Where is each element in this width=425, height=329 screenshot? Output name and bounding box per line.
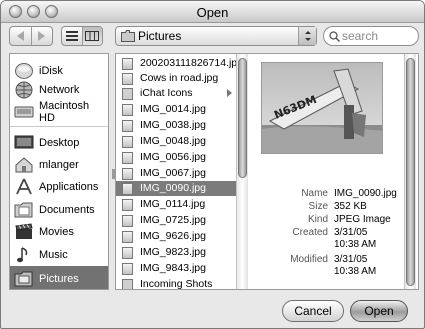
documents-folder-icon bbox=[14, 202, 33, 218]
jpeg-file-icon bbox=[122, 247, 133, 259]
list-item-selected[interactable]: IMG_0090.jpg bbox=[116, 181, 247, 196]
info-row-kind: Kind JPEG Image bbox=[307, 214, 391, 225]
sidebar-item-label: Applications bbox=[39, 181, 99, 193]
jpeg-file-icon bbox=[122, 136, 133, 148]
file-browser: 200203111826714.jpg Cows in road.jpg iCh… bbox=[115, 53, 419, 290]
view-mode-control bbox=[61, 26, 103, 46]
airplane-photo-thumbnail: N63DM bbox=[262, 63, 382, 153]
sidebar: iDisk Network Macintosh HD Desktop mlang… bbox=[9, 53, 109, 290]
open-dialog-window: Open Pictures search iDisk Network Macin… bbox=[0, 0, 425, 329]
list-item[interactable]: IMG_0056.jpg bbox=[116, 150, 238, 165]
list-item[interactable]: IMG_9626.jpg bbox=[116, 229, 238, 244]
window-title: Open bbox=[196, 5, 229, 20]
back-button[interactable] bbox=[10, 27, 31, 45]
info-row-size: Size 352 KB bbox=[308, 201, 367, 212]
popup-arrows-icon bbox=[298, 27, 316, 45]
forward-arrow-icon bbox=[38, 31, 46, 41]
jpeg-file-icon bbox=[122, 231, 133, 243]
sidebar-item-applications[interactable]: Applications bbox=[10, 176, 108, 198]
sidebar-item-label: iDisk bbox=[39, 65, 63, 77]
list-item[interactable]: iChat Icons bbox=[116, 86, 238, 101]
sidebar-divider bbox=[10, 126, 108, 130]
location-label: Pictures bbox=[138, 29, 182, 43]
preview-column-scrollbar[interactable] bbox=[404, 54, 416, 289]
file-column-scrollbar[interactable] bbox=[236, 54, 248, 289]
sidebar-item-pictures[interactable]: Pictures bbox=[10, 266, 108, 289]
column-view-icon bbox=[85, 31, 100, 41]
search-field[interactable]: search bbox=[323, 26, 419, 46]
jpeg-file-icon bbox=[122, 263, 133, 275]
sidebar-item-macintosh-hd[interactable]: Macintosh HD bbox=[10, 100, 108, 124]
sidebar-item-label: Music bbox=[39, 249, 68, 261]
scrollbar-thumb[interactable] bbox=[238, 58, 247, 178]
jpeg-file-icon bbox=[122, 73, 133, 85]
network-globe-icon bbox=[15, 81, 33, 99]
folder-icon bbox=[122, 88, 133, 100]
list-item[interactable]: IMG_9823.jpg bbox=[116, 245, 238, 260]
info-row-created-time: 10:38 AM bbox=[334, 239, 377, 250]
sidebar-item-label: Pictures bbox=[39, 272, 79, 285]
cancel-button[interactable]: Cancel bbox=[282, 300, 344, 322]
sidebar-item-label: Documents bbox=[39, 204, 95, 216]
list-item[interactable]: IMG_9843.jpg bbox=[116, 261, 238, 276]
desktop-icon bbox=[14, 135, 34, 149]
jpeg-file-icon bbox=[122, 168, 133, 180]
list-item[interactable]: 200203111826714.jpg bbox=[116, 56, 243, 71]
sidebar-item-desktop[interactable]: Desktop bbox=[10, 132, 108, 154]
hard-drive-icon bbox=[14, 106, 34, 118]
jpeg-file-icon bbox=[122, 58, 133, 70]
preview-image: N63DM bbox=[261, 62, 383, 154]
sidebar-item-movies[interactable]: Movies bbox=[10, 221, 108, 243]
home-icon bbox=[15, 157, 33, 173]
folder-icon bbox=[122, 279, 133, 289]
column-view-button[interactable] bbox=[81, 27, 102, 45]
jpeg-file-icon bbox=[122, 152, 133, 164]
music-note-icon bbox=[17, 247, 28, 263]
info-row-name: Name IMG_0090.jpg bbox=[301, 188, 397, 199]
list-item[interactable]: IMG_0048.jpg bbox=[116, 134, 238, 149]
idisk-icon bbox=[15, 63, 33, 79]
search-icon bbox=[329, 31, 340, 42]
pictures-folder-icon bbox=[14, 271, 33, 286]
search-placeholder: search bbox=[342, 29, 379, 43]
list-item[interactable]: IMG_0038.jpg bbox=[116, 118, 238, 133]
file-column: 200203111826714.jpg Cows in road.jpg iCh… bbox=[116, 54, 248, 289]
back-arrow-icon bbox=[16, 31, 24, 41]
location-popup[interactable]: Pictures bbox=[115, 26, 317, 46]
jpeg-file-icon bbox=[122, 215, 133, 227]
pictures-folder-icon bbox=[121, 30, 135, 42]
movies-clapboard-icon bbox=[15, 223, 33, 239]
list-item[interactable]: IMG_0114.jpg bbox=[116, 197, 238, 212]
sidebar-item-label: Desktop bbox=[39, 137, 80, 149]
sidebar-item-label: Network bbox=[39, 84, 80, 96]
scrollbar-thumb[interactable] bbox=[406, 58, 415, 286]
sidebar-item-documents[interactable]: Documents bbox=[10, 199, 108, 221]
list-view-icon bbox=[65, 31, 78, 41]
sidebar-item-label: Movies bbox=[39, 226, 74, 238]
jpeg-file-icon bbox=[122, 120, 133, 132]
list-item[interactable]: IMG_0725.jpg bbox=[116, 213, 238, 228]
title-bar[interactable]: Open bbox=[1, 1, 424, 23]
list-view-button[interactable] bbox=[62, 27, 82, 45]
sidebar-item-label: mlanger bbox=[39, 159, 79, 171]
back-forward-control bbox=[9, 26, 53, 46]
sidebar-item-network[interactable]: Network bbox=[10, 79, 108, 101]
jpeg-file-icon bbox=[122, 183, 133, 195]
disclosure-arrow-icon bbox=[227, 89, 232, 97]
list-item[interactable]: Cows in road.jpg bbox=[116, 71, 238, 86]
info-row-modified-time: 10:38 AM bbox=[334, 266, 377, 277]
applications-icon bbox=[16, 178, 32, 195]
jpeg-file-icon bbox=[122, 199, 133, 211]
forward-button[interactable] bbox=[30, 27, 53, 45]
sidebar-item-mlanger[interactable]: mlanger bbox=[10, 154, 108, 176]
open-button[interactable]: Open bbox=[350, 300, 408, 322]
list-item[interactable]: IMG_0014.jpg bbox=[116, 102, 238, 117]
sidebar-item-label: Macintosh HD bbox=[39, 100, 90, 124]
sidebar-item-music[interactable]: Music bbox=[10, 244, 108, 266]
list-item[interactable]: Incoming Shots bbox=[116, 277, 238, 289]
jpeg-file-icon bbox=[122, 104, 133, 116]
list-item[interactable]: IMG_0067.jpg bbox=[116, 166, 238, 181]
